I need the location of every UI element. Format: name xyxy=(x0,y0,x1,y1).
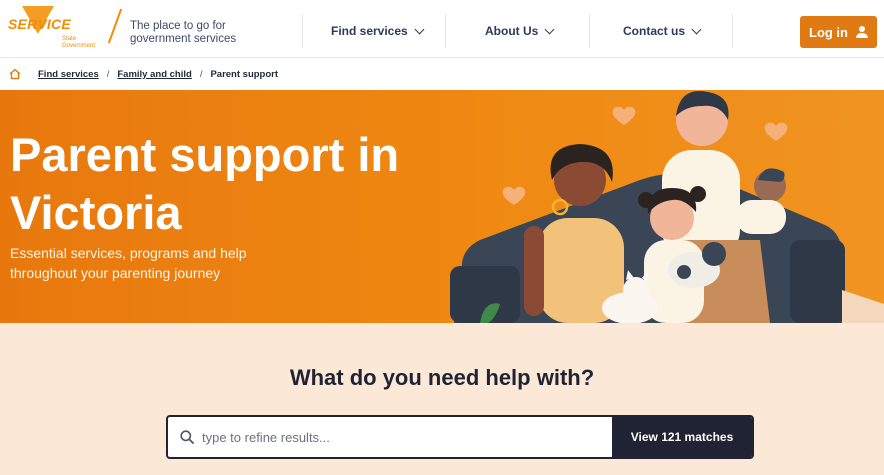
chevron-down-icon xyxy=(544,24,555,34)
breadcrumb-family-and-child[interactable]: Family and child xyxy=(117,69,191,80)
search-input[interactable] xyxy=(200,417,610,457)
search-heading: What do you need help with? xyxy=(289,365,595,390)
view-matches-button[interactable]: View 121 matches xyxy=(612,417,752,457)
logo-sub-state: State xyxy=(62,36,77,42)
hero-subtitle: Essential services, programs and help th… xyxy=(10,245,247,281)
logo-word: SERVICE xyxy=(8,16,71,32)
search-section: What do you need help with? View 121 mat… xyxy=(0,323,884,475)
service-victoria-logo[interactable]: SERVICE State Government xyxy=(8,6,95,50)
hero-banner: Parent support in Victoria Essential ser… xyxy=(0,90,884,323)
chevron-down-icon xyxy=(414,24,425,34)
breadcrumb-find-services[interactable]: Find services xyxy=(38,69,99,80)
site-header: SERVICE State Government The place to go… xyxy=(0,0,884,58)
breadcrumb-separator: / xyxy=(106,68,110,80)
breadcrumb-current: Parent support xyxy=(210,68,279,80)
nav-label: Contact us xyxy=(623,24,686,38)
breadcrumb: Find services / Family and child / Paren… xyxy=(0,58,884,90)
family-illustration xyxy=(450,91,884,323)
breadcrumb-separator: / xyxy=(199,68,203,80)
user-icon xyxy=(856,26,868,38)
nav-label: Find services xyxy=(331,24,408,38)
search-icon xyxy=(180,430,194,444)
nav-divider xyxy=(732,14,733,48)
logo-sub-government: Government xyxy=(62,43,96,49)
search-bar: View 121 matches xyxy=(166,415,754,459)
nav-contact-us[interactable]: Contact us xyxy=(623,24,702,38)
nav-divider xyxy=(589,14,590,48)
home-icon[interactable] xyxy=(9,68,21,80)
nav-divider xyxy=(302,14,303,48)
nav-find-services[interactable]: Find services xyxy=(331,24,425,38)
nav-divider xyxy=(445,14,446,48)
logo-divider xyxy=(107,8,123,44)
nav-label: About Us xyxy=(485,24,539,38)
login-label: Log in xyxy=(809,24,848,40)
chevron-down-icon xyxy=(691,24,702,34)
page-title: Parent support in Victoria xyxy=(10,128,400,239)
site-tagline: The place to go for government services xyxy=(130,20,237,45)
nav-about-us[interactable]: About Us xyxy=(485,24,555,38)
login-button[interactable]: Log in xyxy=(800,16,877,48)
